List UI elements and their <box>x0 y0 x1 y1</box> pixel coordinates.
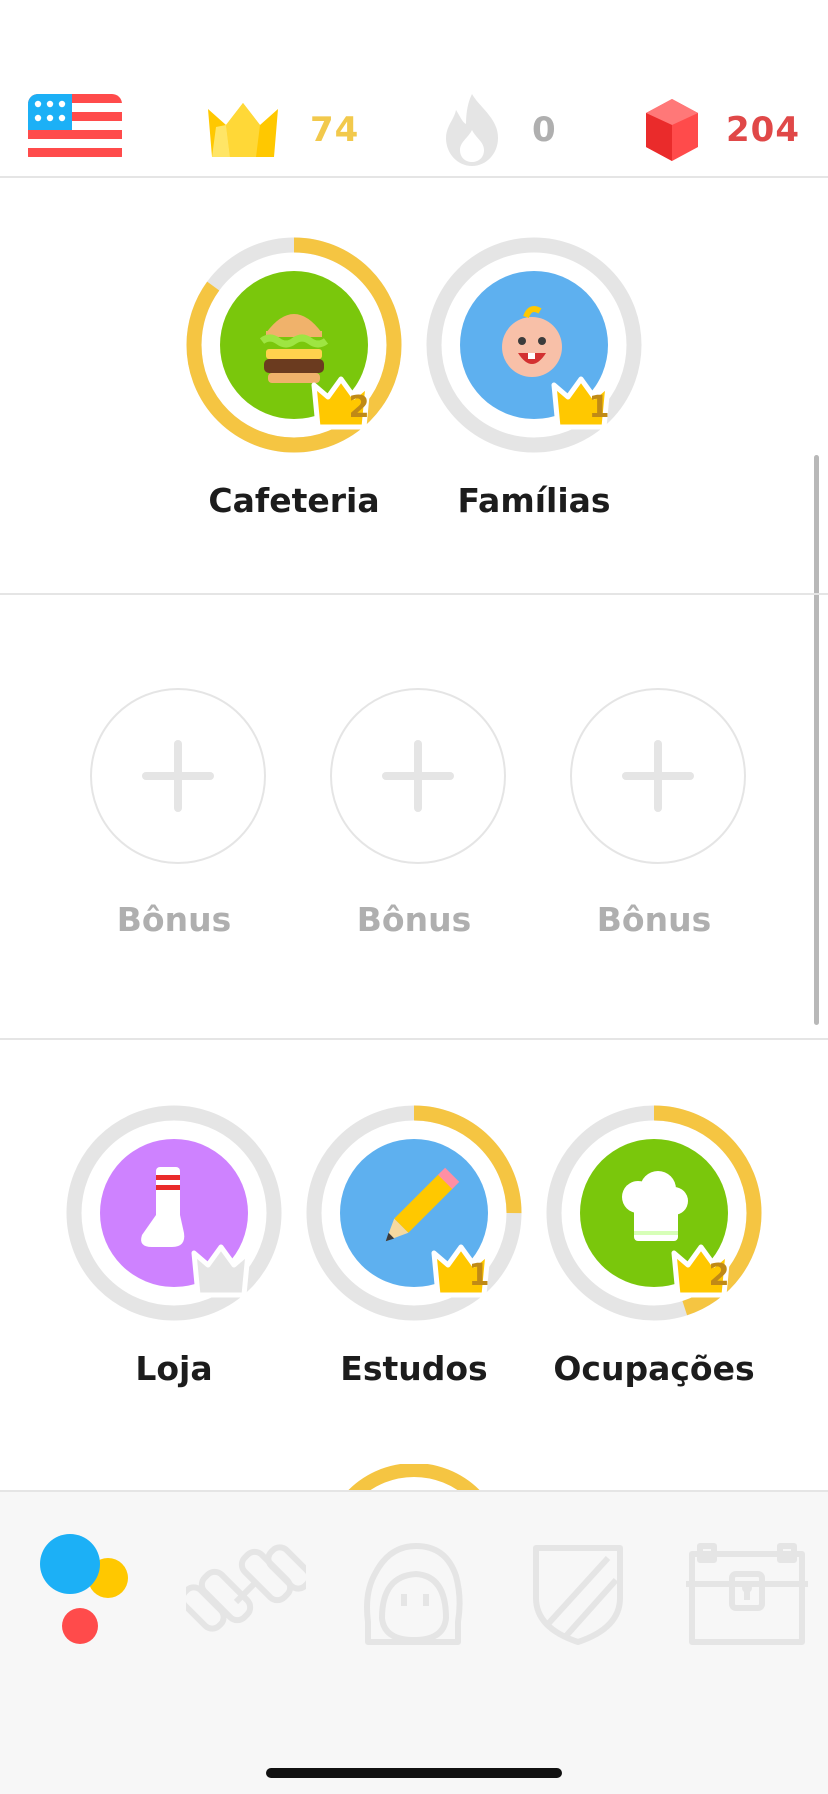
bottom-tab-bar <box>0 1490 828 1794</box>
crowns-count: 74 <box>310 110 360 150</box>
gem-icon <box>646 99 698 161</box>
us-flag-icon <box>28 94 122 166</box>
treasure-chest-icon <box>686 1543 808 1645</box>
bonus-circle <box>570 688 746 864</box>
bonus-slot[interactable]: Bônus <box>54 688 294 948</box>
scroll-indicator[interactable] <box>814 455 819 1025</box>
plus-icon <box>622 740 694 812</box>
stats-bar: 74 0 204 <box>0 0 828 178</box>
learn-dots-icon <box>40 1534 128 1644</box>
crown-level: 2 <box>708 1258 730 1293</box>
crowns-stat[interactable]: 74 <box>204 90 359 170</box>
plus-icon <box>382 740 454 812</box>
bonus-label: Bônus <box>356 900 472 939</box>
streak-count: 0 <box>532 110 557 150</box>
crown-level: 1 <box>468 1258 490 1293</box>
gems-stat[interactable]: 204 <box>644 90 800 170</box>
skill-cafeteria[interactable]: 2 Cafeteria <box>174 237 414 520</box>
tab-shop[interactable] <box>682 1532 812 1652</box>
skill-estudos[interactable]: 1 Estudos <box>294 1105 534 1388</box>
gems-count: 204 <box>726 110 800 150</box>
flame-icon <box>446 94 498 166</box>
section-divider <box>0 1038 828 1040</box>
streak-stat[interactable]: 0 <box>440 90 557 170</box>
language-flag-button[interactable] <box>28 90 122 170</box>
tab-learn[interactable] <box>24 1532 144 1652</box>
skill-ocupacoes[interactable]: 2 Ocupações <box>534 1105 774 1388</box>
skill-label: Ocupações <box>553 1349 755 1388</box>
skill-label: Loja <box>135 1349 213 1388</box>
crown-level: 2 <box>348 390 370 425</box>
bonus-circle <box>90 688 266 864</box>
skill-progress-ring <box>66 1105 282 1321</box>
skill-progress-ring <box>348 1464 480 1490</box>
bonus-label: Bônus <box>596 900 712 939</box>
next-skill-peek[interactable] <box>322 1464 506 1490</box>
bonus-slot[interactable]: Bônus <box>294 688 534 948</box>
tab-practice[interactable] <box>179 1532 313 1652</box>
bonus-circle <box>330 688 506 864</box>
skill-familias[interactable]: 1 Famílias <box>414 237 654 520</box>
bonus-slot[interactable]: Bônus <box>534 688 774 948</box>
tab-profile[interactable] <box>354 1532 474 1652</box>
home-indicator[interactable] <box>266 1768 562 1778</box>
tab-leagues[interactable] <box>518 1532 638 1652</box>
section-divider <box>0 593 828 595</box>
skill-label: Famílias <box>457 481 611 520</box>
profile-icon <box>364 1543 463 1645</box>
bonus-label: Bônus <box>116 900 232 939</box>
crown-icon <box>208 103 278 157</box>
dumbbell-icon <box>179 1544 313 1632</box>
skill-label: Estudos <box>340 1349 488 1388</box>
plus-icon <box>142 740 214 812</box>
crown-level: 1 <box>588 390 610 425</box>
skill-loja[interactable]: Loja <box>54 1105 294 1388</box>
shield-icon <box>533 1545 623 1645</box>
skill-label: Cafeteria <box>208 481 380 520</box>
